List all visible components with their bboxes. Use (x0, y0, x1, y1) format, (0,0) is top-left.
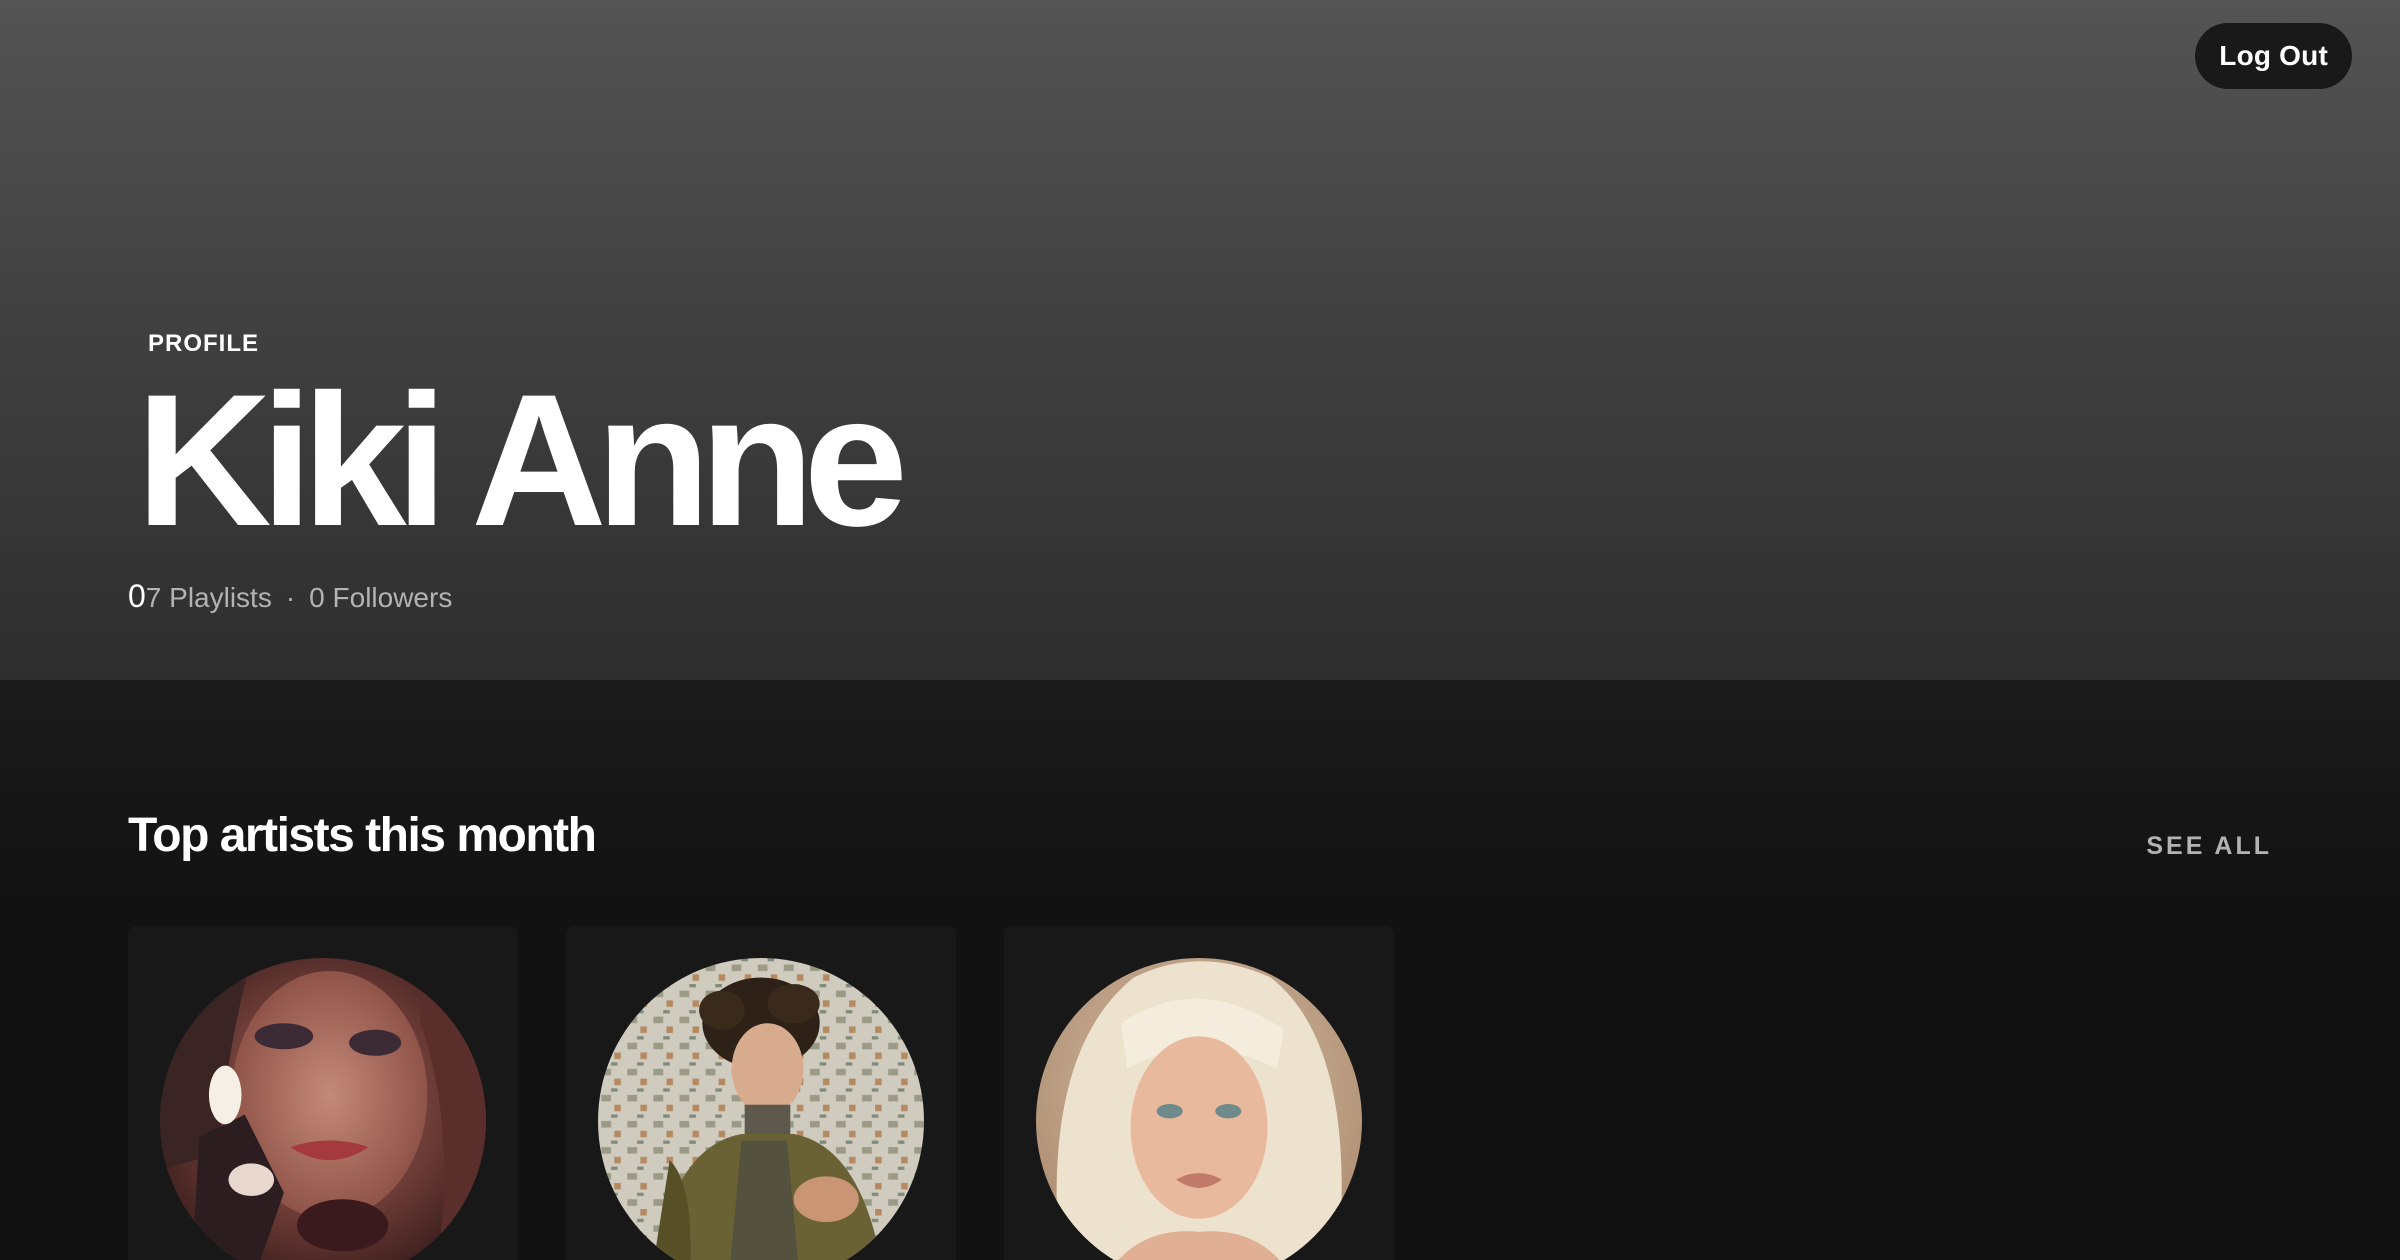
playlists-count[interactable]: 7 Playlists (146, 582, 272, 613)
profile-page: Log Out PROFILE Kiki Anne 07 Playlists · 0… (0, 0, 2400, 1260)
section-title: Top artists this month (128, 809, 597, 862)
profile-type-label: PROFILE (148, 330, 260, 357)
artist-portrait-platinum-blonde (1036, 958, 1362, 1260)
profile-header: Log Out PROFILE Kiki Anne 07 Playlists · 0… (0, 0, 2400, 680)
stats-overlap-count: 0 (128, 578, 146, 614)
logout-button[interactable]: Log Out (2195, 23, 2352, 89)
see-all-link[interactable]: SEE ALL (2146, 832, 2272, 861)
artist-portrait-dark-hair-lighter (160, 958, 486, 1260)
artist-card[interactable] (128, 926, 518, 1260)
top-artists-section: Top artists this month SEE ALL (0, 680, 2400, 1260)
artist-card[interactable] (1004, 926, 1394, 1260)
profile-user-name: Kiki Anne (136, 355, 908, 565)
artist-card[interactable] (566, 926, 956, 1260)
stats-separator: · (285, 582, 296, 613)
artist-grid (128, 926, 1394, 1260)
profile-stats: 07 Playlists · 0 Followers (128, 578, 452, 615)
artist-portrait-curly-hair-jacket (598, 958, 924, 1260)
followers-count[interactable]: 0 Followers (309, 582, 452, 613)
